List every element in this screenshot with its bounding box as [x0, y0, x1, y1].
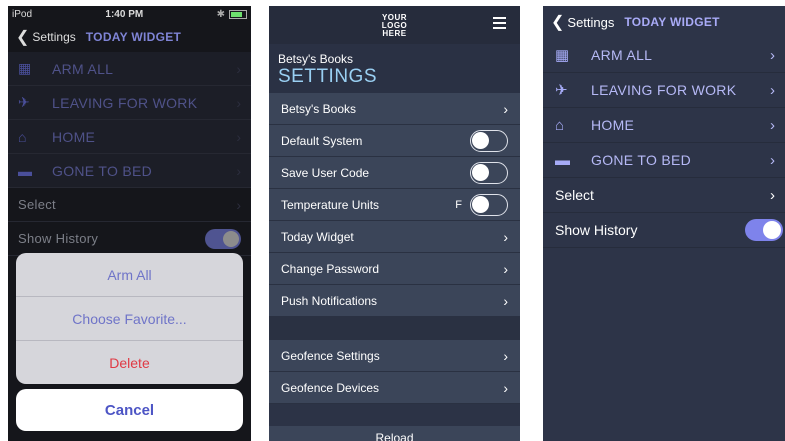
logo: YOUR LOGO HERE [381, 13, 408, 38]
show-history-toggle[interactable] [205, 228, 241, 249]
show-history-row: Show History [8, 222, 251, 256]
page-title: TODAY WIDGET [85, 30, 182, 44]
reload-button[interactable]: Reload [269, 426, 520, 441]
phone-screen-today-widget: ❮ Settings TODAY WIDGET ▦ ARM ALL › ✈ LE… [543, 6, 785, 441]
chevron-right-icon: › [503, 260, 508, 277]
back-button[interactable]: Settings [567, 15, 614, 30]
row-push-notifications[interactable]: Push Notifications › [269, 285, 520, 317]
section-divider [269, 317, 520, 340]
chevron-right-icon: › [236, 94, 241, 111]
save-user-code-toggle[interactable] [470, 161, 508, 184]
list-item-label: HOME [591, 117, 635, 133]
bed-icon: ▬ [18, 162, 32, 179]
action-sheet: Arm All Choose Favorite... Delete [16, 253, 243, 384]
chevron-right-icon: › [236, 162, 241, 179]
delete-option[interactable]: Delete [16, 341, 243, 384]
list-item-arm-all[interactable]: ▦ ARM ALL › [8, 52, 251, 86]
list-item-label: LEAVING FOR WORK [591, 82, 737, 98]
phone-screen-settings: YOUR LOGO HERE Betsy's Books SETTINGS Be… [269, 6, 520, 441]
row-temperature-units: Temperature Units F [269, 189, 520, 221]
select-label: Select [555, 187, 594, 203]
select-row[interactable]: Select › [543, 178, 785, 213]
list-item-home[interactable]: ⌂ HOME › [8, 120, 251, 154]
list-item-label: ARM ALL [591, 47, 653, 63]
show-history-toggle[interactable] [745, 219, 783, 241]
chevron-right-icon: › [770, 186, 775, 204]
settings-header: Betsy's Books SETTINGS [269, 44, 520, 93]
row-betsys-books[interactable]: Betsy's Books › [269, 93, 520, 125]
list-item-label: LEAVING FOR WORK [52, 94, 198, 111]
row-today-widget[interactable]: Today Widget › [269, 221, 520, 253]
bed-icon: ▬ [555, 151, 570, 169]
back-chevron-icon[interactable]: ❮ [551, 12, 564, 32]
cancel-button[interactable]: Cancel [16, 389, 243, 431]
list-item-arm-all[interactable]: ▦ ARM ALL › [543, 38, 785, 73]
arm-all-option[interactable]: Arm All [16, 253, 243, 297]
leaving-icon: ✈ [555, 82, 568, 99]
select-label: Select [18, 197, 56, 212]
row-geofence-settings[interactable]: Geofence Settings › [269, 340, 520, 372]
arm-all-icon: ▦ [555, 47, 570, 64]
phone-screen-action-sheet: iPod 1:40 PM ✱ ❮ Settings TODAY WIDGET ▦… [8, 6, 251, 441]
list-item-leaving-for-work[interactable]: ✈ LEAVING FOR WORK › [543, 73, 785, 108]
show-history-row: Show History [543, 213, 785, 248]
list-item-leaving-for-work[interactable]: ✈ LEAVING FOR WORK › [8, 86, 251, 120]
chevron-right-icon: › [503, 379, 508, 396]
list-item-label: GONE TO BED [591, 152, 692, 168]
show-history-label: Show History [18, 231, 99, 246]
chevron-right-icon: › [503, 347, 508, 364]
hamburger-menu-icon[interactable] [493, 17, 506, 32]
chevron-right-icon: › [770, 116, 775, 134]
show-history-label: Show History [555, 222, 638, 238]
chevron-right-icon: › [770, 81, 775, 99]
chevron-right-icon: › [236, 60, 241, 77]
chevron-right-icon: › [770, 151, 775, 169]
chevron-right-icon: › [503, 100, 508, 117]
list-item-gone-to-bed[interactable]: ▬ GONE TO BED › [8, 154, 251, 188]
list-item-gone-to-bed[interactable]: ▬ GONE TO BED › [543, 143, 785, 178]
chevron-right-icon: › [236, 196, 241, 213]
list-item-label: ARM ALL [52, 60, 114, 77]
page-title: SETTINGS [278, 66, 378, 87]
clock: 1:40 PM [105, 8, 144, 20]
chevron-right-icon: › [503, 292, 508, 309]
carrier-label: iPod [12, 8, 33, 20]
default-system-toggle[interactable] [470, 129, 508, 152]
leaving-icon: ✈ [18, 94, 30, 110]
row-geofence-devices[interactable]: Geofence Devices › [269, 372, 520, 404]
chevron-right-icon: › [236, 128, 241, 145]
arm-all-icon: ▦ [18, 60, 32, 76]
battery-icon [228, 9, 247, 19]
status-bar: iPod 1:40 PM ✱ [8, 6, 251, 22]
temperature-unit-value: F [455, 198, 462, 211]
back-button[interactable]: Settings [32, 30, 75, 44]
row-default-system: Default System [269, 125, 520, 157]
row-change-password[interactable]: Change Password › [269, 253, 520, 285]
select-row[interactable]: Select › [8, 188, 251, 222]
nav-bar: ❮ Settings TODAY WIDGET [543, 6, 785, 38]
nav-bar: ❮ Settings TODAY WIDGET [8, 22, 251, 52]
chevron-right-icon: › [503, 228, 508, 245]
row-save-user-code: Save User Code [269, 157, 520, 189]
page-title: TODAY WIDGET [624, 15, 720, 29]
scene-list: ▦ ARM ALL › ✈ LEAVING FOR WORK › ⌂ HOME … [8, 52, 251, 256]
list-item-label: GONE TO BED [52, 162, 153, 179]
chevron-right-icon: › [770, 46, 775, 64]
list-item-home[interactable]: ⌂ HOME › [543, 108, 785, 143]
back-chevron-icon[interactable]: ❮ [16, 27, 29, 47]
top-bar: YOUR LOGO HERE [269, 6, 520, 44]
choose-favorite-option[interactable]: Choose Favorite... [16, 297, 243, 341]
home-icon: ⌂ [555, 116, 565, 134]
list-item-label: HOME [52, 128, 96, 145]
temperature-units-toggle[interactable] [470, 193, 508, 216]
account-name: Betsy's Books [278, 52, 353, 66]
bluetooth-icon: ✱ [216, 8, 225, 20]
home-icon: ⌂ [18, 128, 27, 145]
